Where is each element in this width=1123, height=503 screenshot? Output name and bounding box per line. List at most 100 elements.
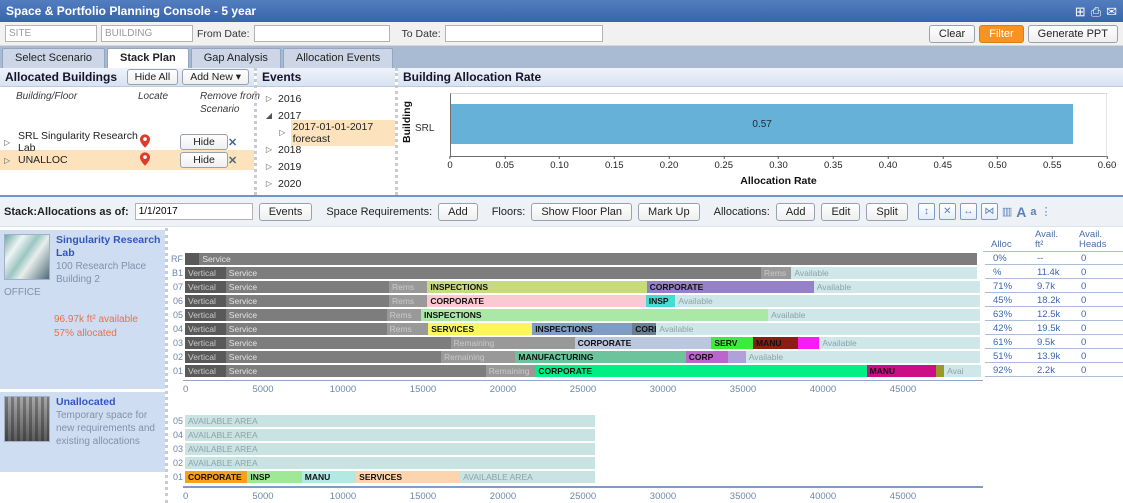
segment-services[interactable]: SERVICES xyxy=(428,323,532,335)
segment-remaining[interactable]: Remaining xyxy=(441,351,515,363)
segment-insp[interactable]: INSP xyxy=(247,471,301,483)
expand-arrow-icon[interactable]: ▷ xyxy=(4,156,18,165)
segment-service[interactable]: Service xyxy=(226,365,486,377)
locate-pin-icon[interactable] xyxy=(140,152,180,169)
remove-from-scenario-icon[interactable]: ✕ xyxy=(228,136,248,149)
allocation-rate-bar[interactable]: 0.57 xyxy=(451,104,1073,144)
allocations-edit-button[interactable]: Edit xyxy=(821,203,860,221)
expand-arrow-icon[interactable]: ▷ xyxy=(265,145,273,154)
expand-arrow-icon[interactable]: ▷ xyxy=(265,162,273,171)
hide-all-button[interactable]: Hide All xyxy=(127,69,179,85)
segment-block[interactable] xyxy=(185,253,199,265)
event-item-2020[interactable]: ▷2020 xyxy=(257,175,395,192)
segment-service[interactable]: Service xyxy=(226,281,389,293)
segment-available-area[interactable]: AVAILABLE AREA xyxy=(460,471,595,483)
segment-inspections[interactable]: INSPECTIONS xyxy=(421,309,768,321)
collapse-columns-icon[interactable]: ⋈ xyxy=(981,203,998,220)
event-item-2019[interactable]: ▷2019 xyxy=(257,158,395,175)
segment-manu[interactable]: MANU xyxy=(867,365,937,377)
events-button[interactable]: Events xyxy=(259,203,313,221)
tab-select-scenario[interactable]: Select Scenario xyxy=(2,48,105,68)
add-new-button[interactable]: Add New ▾ xyxy=(182,69,249,85)
building-card-unallocated[interactable]: Unallocated Temporary space for new requ… xyxy=(0,392,165,472)
segment-corporate[interactable]: CORPORATE xyxy=(535,365,866,377)
segment-rems[interactable]: Rems xyxy=(761,267,791,279)
building-card-srl[interactable]: Singularity Research Lab 100 Research Pl… xyxy=(0,230,165,389)
segment-vertical[interactable]: Vertical xyxy=(185,281,226,293)
font-increase-icon[interactable]: A xyxy=(1016,204,1026,220)
remove-from-scenario-icon[interactable]: ✕ xyxy=(228,154,248,167)
segment-serv[interactable]: SERV xyxy=(711,337,753,349)
building-input[interactable] xyxy=(101,25,193,42)
collapse-rows-icon[interactable]: ✕ xyxy=(939,203,956,220)
site-input[interactable] xyxy=(5,25,97,42)
segment-insp[interactable]: INSP xyxy=(646,295,676,307)
segment-available-area[interactable]: AVAILABLE AREA xyxy=(185,443,595,455)
segment-services[interactable]: SERVICES xyxy=(356,471,460,483)
segment-service[interactable]: Service xyxy=(226,267,761,279)
segment-available[interactable]: Available xyxy=(819,337,980,349)
building-row[interactable]: ▷SRL Singularity Research LabHide✕ xyxy=(0,130,254,150)
segment-vertical[interactable]: Vertical xyxy=(185,323,226,335)
segment-rems[interactable]: Rems xyxy=(389,295,427,307)
segment-service[interactable]: Service xyxy=(226,337,451,349)
to-date-input[interactable] xyxy=(445,25,603,42)
generate-ppt-button[interactable]: Generate PPT xyxy=(1028,25,1118,43)
allocations-split-button[interactable]: Split xyxy=(866,203,907,221)
expand-arrow-icon[interactable]: ▷ xyxy=(4,138,18,147)
print-icon[interactable]: ⎙ xyxy=(1091,5,1101,18)
segment-corporate[interactable]: CORPORATE xyxy=(427,295,645,307)
segment-remaining[interactable]: Remaining xyxy=(486,365,536,377)
show-floor-plan-button[interactable]: Show Floor Plan xyxy=(531,203,632,221)
segment-rems[interactable]: Rems xyxy=(387,323,429,335)
segment-corporate[interactable]: CORPORATE xyxy=(575,337,712,349)
space-requirements-add-button[interactable]: Add xyxy=(438,203,478,221)
segment-corporate[interactable]: CORPORATE xyxy=(647,281,814,293)
hide-button[interactable]: Hide xyxy=(180,134,228,150)
font-decrease-icon[interactable]: a xyxy=(1030,206,1036,218)
event-item-2017-01-01-2017-forecast[interactable]: ▷2017-01-01-2017 forecast xyxy=(257,124,395,141)
expand-arrow-icon[interactable]: ▷ xyxy=(265,179,273,188)
tab-stack-plan[interactable]: Stack Plan xyxy=(107,48,189,68)
segment-block[interactable] xyxy=(798,337,820,349)
from-date-input[interactable] xyxy=(254,25,390,42)
segment-service[interactable]: Service xyxy=(226,309,387,321)
segment-block[interactable] xyxy=(728,351,746,363)
segment-available-area[interactable]: AVAILABLE AREA xyxy=(185,429,595,441)
segment-inspections[interactable]: INSPECTIONS xyxy=(532,323,632,335)
segment-service[interactable]: Service xyxy=(226,351,441,363)
popout-icon[interactable]: ⊞ xyxy=(1075,5,1086,18)
segment-available[interactable]: Available xyxy=(791,267,977,279)
expand-rows-icon[interactable]: ↕ xyxy=(918,203,935,220)
segment-corp[interactable]: CORP xyxy=(632,323,656,335)
segment-rems[interactable]: Rems xyxy=(389,281,427,293)
as-of-date-input[interactable] xyxy=(135,203,253,220)
filter-button[interactable]: Filter xyxy=(979,25,1023,43)
more-options-icon[interactable]: ⋮ xyxy=(1040,205,1051,218)
segment-vertical[interactable]: Vertical xyxy=(185,295,226,307)
segment-service[interactable]: Service xyxy=(226,323,387,335)
segment-corp[interactable]: CORP xyxy=(686,351,728,363)
segment-available[interactable]: Available xyxy=(768,309,980,321)
hide-button[interactable]: Hide xyxy=(180,152,228,168)
segment-service[interactable]: Service xyxy=(226,295,389,307)
segment-service[interactable]: Service xyxy=(199,253,977,265)
clear-button[interactable]: Clear xyxy=(929,25,975,43)
allocations-add-button[interactable]: Add xyxy=(776,203,816,221)
segment-rems[interactable]: Rems xyxy=(387,309,421,321)
segment-manufacturing[interactable]: MANUFACTURING xyxy=(515,351,685,363)
stack-layout-icon[interactable]: ▥ xyxy=(1002,205,1012,218)
segment-vertical[interactable]: Vertical xyxy=(185,267,226,279)
tab-gap-analysis[interactable]: Gap Analysis xyxy=(191,48,281,68)
segment-vertical[interactable]: Vertical xyxy=(185,365,226,377)
expand-arrow-icon[interactable]: ▷ xyxy=(279,128,286,137)
segment-available[interactable]: Available xyxy=(656,323,980,335)
segment-available-area[interactable]: AVAILABLE AREA xyxy=(185,457,595,469)
segment-available-area[interactable]: AVAILABLE AREA xyxy=(185,415,595,427)
expand-arrow-icon[interactable]: ▷ xyxy=(265,94,273,103)
tab-allocation-events[interactable]: Allocation Events xyxy=(283,48,393,68)
segment-manu[interactable]: MANU xyxy=(302,471,356,483)
segment-corporate[interactable]: CORPORATE xyxy=(185,471,247,483)
segment-inspections[interactable]: INSPECTIONS xyxy=(427,281,646,293)
collapse-arrow-icon[interactable]: ◢ xyxy=(265,111,273,120)
